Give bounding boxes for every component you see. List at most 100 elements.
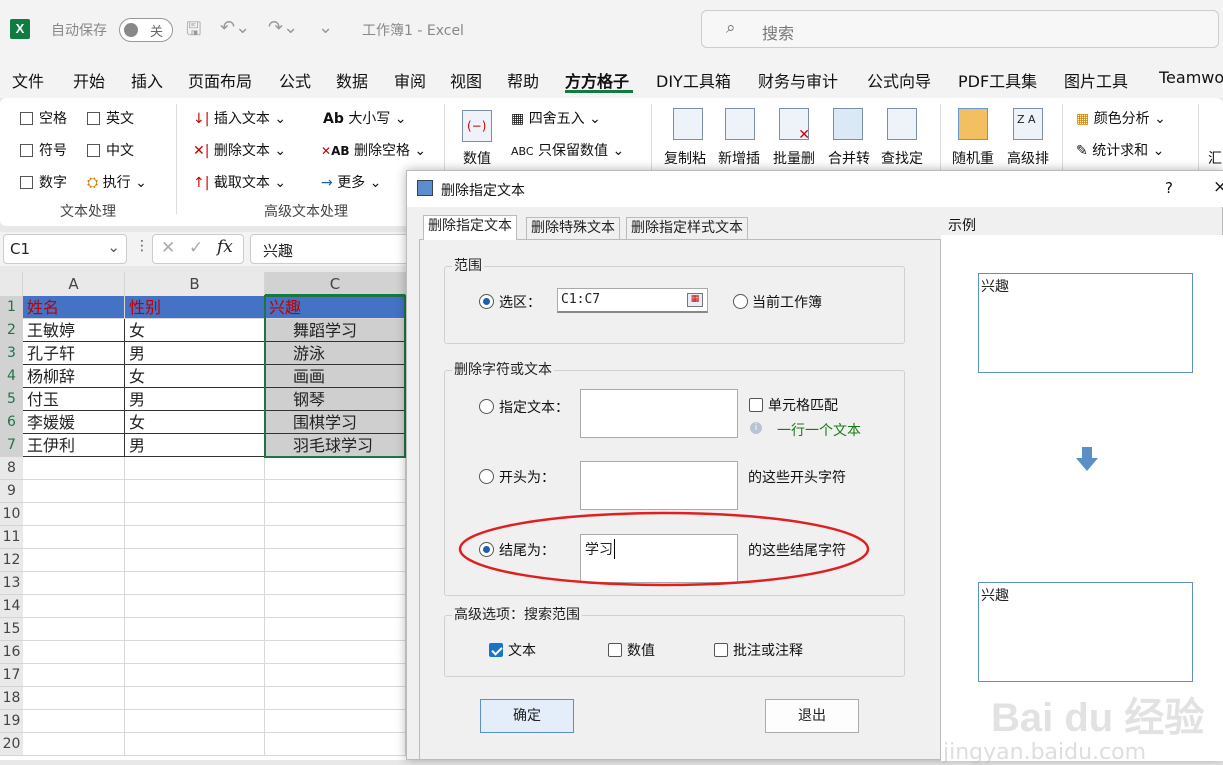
table-cell[interactable]: [125, 664, 265, 687]
confirm-icon[interactable]: ✓: [189, 238, 203, 258]
row-header[interactable]: 19: [0, 710, 23, 733]
table-cell[interactable]: [23, 618, 125, 641]
menu-teamwork[interactable]: Teamwo: [1159, 68, 1223, 87]
find-locate-icon[interactable]: [887, 108, 917, 140]
row-header[interactable]: 7: [0, 434, 23, 457]
ribbon-chinese-checkbox[interactable]: 中文: [87, 140, 134, 160]
copy-paste-button[interactable]: 复制粘: [664, 148, 706, 168]
table-cell[interactable]: [265, 641, 406, 664]
menu-finance-audit[interactable]: 财务与审计: [758, 68, 838, 92]
table-cell[interactable]: 李媛媛: [23, 411, 125, 434]
search-box[interactable]: ⌕ 搜索: [701, 10, 1219, 48]
table-cell[interactable]: [265, 503, 406, 526]
table-cell[interactable]: [265, 733, 406, 756]
column-header-b[interactable]: B: [125, 272, 265, 296]
table-cell[interactable]: [125, 733, 265, 756]
menu-page-layout[interactable]: 页面布局: [188, 68, 252, 92]
table-cell[interactable]: 女: [125, 319, 265, 342]
formula-input[interactable]: 兴趣: [250, 234, 410, 264]
save-icon[interactable]: 🖫: [186, 17, 201, 47]
table-cell[interactable]: 王敏婷: [23, 319, 125, 342]
table-cell[interactable]: [125, 618, 265, 641]
table-cell[interactable]: [125, 526, 265, 549]
row-header[interactable]: 13: [0, 572, 23, 595]
value-button-label[interactable]: 数值: [463, 148, 491, 168]
table-cell[interactable]: [265, 595, 406, 618]
table-cell[interactable]: 画画: [265, 365, 406, 388]
row-header[interactable]: 18: [0, 687, 23, 710]
ribbon-symbol-checkbox[interactable]: 符号: [20, 140, 67, 160]
row-header[interactable]: 2: [0, 319, 23, 342]
table-cell[interactable]: [23, 457, 125, 480]
specified-text-input[interactable]: [580, 389, 738, 438]
merge-convert-icon[interactable]: [833, 108, 863, 140]
table-cell[interactable]: 女: [125, 365, 265, 388]
table-cell[interactable]: [265, 457, 406, 480]
table-cell[interactable]: 男: [125, 342, 265, 365]
name-box[interactable]: C1 ⌄: [3, 234, 127, 264]
table-cell[interactable]: [23, 503, 125, 526]
table-cell[interactable]: 孔子轩: [23, 342, 125, 365]
customize-toolbar-icon[interactable]: ⌄: [318, 17, 333, 38]
table-cell[interactable]: [265, 687, 406, 710]
menu-insert[interactable]: 插入: [131, 68, 163, 92]
extract-text-button[interactable]: ↑| 截取文本 ⌄: [193, 172, 286, 192]
table-cell[interactable]: [265, 618, 406, 641]
table-cell[interactable]: 付玉: [23, 388, 125, 411]
delete-text-button[interactable]: ✕| 删除文本 ⌄: [193, 140, 286, 160]
search-text-checkbox[interactable]: [489, 643, 503, 657]
table-cell[interactable]: [23, 572, 125, 595]
more-options-icon[interactable]: ⋮: [135, 238, 149, 254]
delete-space-button[interactable]: ✕AB 删除空格 ⌄: [321, 140, 426, 160]
help-icon[interactable]: ?: [1165, 179, 1173, 197]
select-all-corner[interactable]: [0, 272, 23, 296]
row-header[interactable]: 15: [0, 618, 23, 641]
color-analysis-button[interactable]: ▦ 颜色分析 ⌄: [1076, 108, 1166, 128]
current-workbook-radio[interactable]: [733, 294, 748, 309]
column-header-a[interactable]: A: [23, 272, 125, 296]
selection-radio[interactable]: [479, 294, 494, 309]
table-cell[interactable]: [125, 572, 265, 595]
ok-button[interactable]: 确定: [480, 699, 574, 733]
table-cell[interactable]: 钢琴: [265, 388, 406, 411]
menu-fangfanggezi[interactable]: 方方格子: [565, 68, 629, 92]
menu-formula-wizard[interactable]: 公式向导: [867, 68, 931, 92]
find-locate-button[interactable]: 查找定: [881, 148, 923, 168]
table-cell[interactable]: 杨柳辞: [23, 365, 125, 388]
stat-sum-button[interactable]: ✎ 统计求和 ⌄: [1076, 140, 1164, 160]
table-cell[interactable]: [265, 572, 406, 595]
table-cell[interactable]: 男: [125, 388, 265, 411]
table-cell[interactable]: [265, 710, 406, 733]
table-cell[interactable]: [265, 549, 406, 572]
menu-home[interactable]: 开始: [73, 68, 105, 92]
menu-formulas[interactable]: 公式: [279, 68, 311, 92]
row-header[interactable]: 1: [0, 296, 23, 319]
autosave-toggle[interactable]: 关: [119, 18, 173, 42]
tab-delete-specified[interactable]: 删除指定文本: [423, 215, 517, 240]
row-header[interactable]: 11: [0, 526, 23, 549]
insert-row-icon[interactable]: [725, 108, 755, 140]
exit-button[interactable]: 退出: [765, 699, 859, 733]
random-icon[interactable]: [958, 108, 988, 140]
table-cell[interactable]: [125, 687, 265, 710]
table-cell[interactable]: [23, 549, 125, 572]
specified-text-radio[interactable]: [479, 399, 494, 414]
row-header[interactable]: 5: [0, 388, 23, 411]
batch-delete-icon[interactable]: ✕: [779, 108, 810, 143]
redo-icon[interactable]: ↷⌄: [268, 17, 298, 38]
table-cell[interactable]: 女: [125, 411, 265, 434]
row-header[interactable]: 8: [0, 457, 23, 480]
table-cell[interactable]: 男: [125, 434, 265, 457]
menu-pdf-tools[interactable]: PDF工具集: [958, 68, 1037, 92]
advanced-sort-button[interactable]: 高级排: [1007, 148, 1049, 168]
table-cell[interactable]: 王伊利: [23, 434, 125, 457]
table-cell[interactable]: [23, 641, 125, 664]
menu-file[interactable]: 文件: [12, 68, 44, 92]
case-button[interactable]: Ab 大小写 ⌄: [323, 108, 407, 128]
table-cell[interactable]: 羽毛球学习: [265, 434, 406, 457]
search-value-checkbox[interactable]: [608, 643, 622, 657]
ribbon-english-checkbox[interactable]: 英文: [87, 108, 134, 128]
ribbon-execute-button[interactable]: ⛭ 执行 ⌄: [87, 172, 147, 192]
advanced-sort-icon[interactable]: Z A: [1013, 108, 1043, 140]
row-header[interactable]: 12: [0, 549, 23, 572]
